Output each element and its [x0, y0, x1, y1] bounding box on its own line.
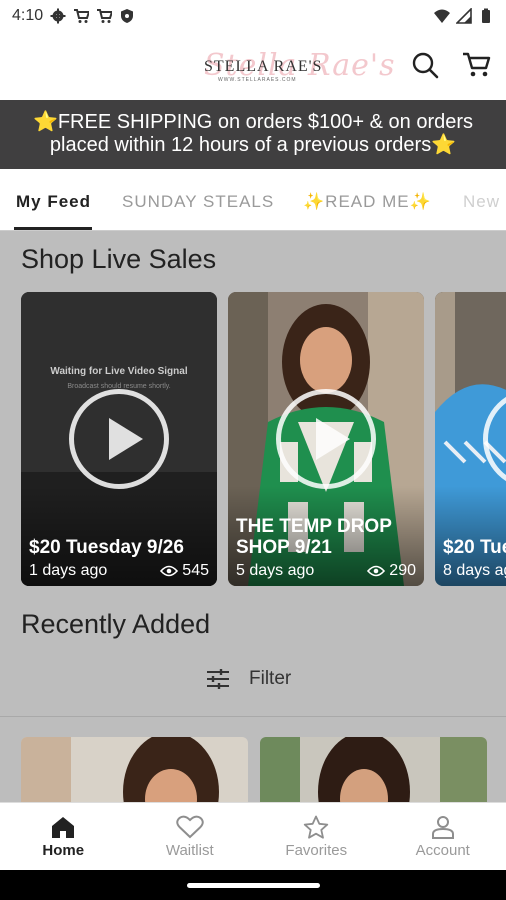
- status-time: 4:10: [12, 7, 44, 24]
- heart-icon: [176, 815, 204, 839]
- promo-banner[interactable]: ⭐FREE SHIPPING on orders $100+ & on orde…: [0, 100, 506, 169]
- search-icon: [412, 52, 439, 79]
- bottom-navigation: Home Waitlist Favorites Account: [0, 802, 506, 870]
- view-count-value: 290: [389, 562, 416, 579]
- eye-icon: [367, 565, 386, 577]
- system-gesture-bar: [0, 870, 506, 900]
- live-sale-card[interactable]: THE TEMP DROP SHOP 9/21 5 days ago 290: [228, 292, 424, 586]
- star-icon: [304, 815, 329, 839]
- active-tab-indicator: [14, 227, 92, 230]
- filter-button[interactable]: Filter: [205, 668, 291, 690]
- product-image: [260, 737, 487, 802]
- live-sale-title: $20 Tuesday 9/26: [29, 537, 184, 558]
- view-count-value: 545: [182, 562, 209, 579]
- nav-account[interactable]: Account: [380, 803, 506, 870]
- shop-live-sales-title: Shop Live Sales: [21, 244, 217, 274]
- sliders-icon: [207, 669, 229, 689]
- logo-main-text: STELLA RAE'S: [204, 58, 323, 75]
- live-sale-card[interactable]: $20 Tuesday 9/19 8 days ago: [435, 292, 506, 586]
- cart-button[interactable]: [459, 48, 493, 82]
- category-tabs: My Feed SUNDAY STEALS ✨READ ME✨ New: [0, 169, 506, 231]
- live-sale-meta: 1 days ago 545: [29, 562, 209, 580]
- live-sale-age: 8 days ago: [443, 562, 506, 579]
- home-gesture-handle[interactable]: [187, 883, 320, 888]
- promo-line-1: ⭐FREE SHIPPING on orders $100+ & on orde…: [32, 111, 474, 133]
- play-icon[interactable]: [276, 389, 376, 489]
- live-sale-age: 5 days ago: [236, 562, 315, 579]
- live-sale-title: $20 Tuesday 9/19: [443, 537, 506, 558]
- view-count: 545: [160, 562, 209, 580]
- shield-icon: [121, 9, 134, 23]
- cart-icon: [97, 9, 113, 23]
- search-button[interactable]: [408, 48, 442, 82]
- tab-read-me[interactable]: ✨READ ME✨: [303, 192, 432, 212]
- logo-sub-text: WWW.STELLARAES.COM: [218, 77, 297, 83]
- nav-account-label: Account: [415, 842, 470, 859]
- live-sale-meta: 5 days ago 290: [236, 562, 416, 580]
- status-bar: 4:10: [0, 0, 506, 32]
- product-image: [21, 737, 248, 802]
- cart-icon: [74, 9, 90, 23]
- section-divider: [0, 716, 506, 717]
- nav-favorites[interactable]: Favorites: [253, 803, 380, 870]
- signal-icon: [456, 8, 472, 24]
- cart-icon: [463, 52, 491, 77]
- person-icon: [431, 816, 454, 839]
- battery-icon: [482, 8, 490, 23]
- eye-icon: [160, 565, 179, 577]
- promo-line-2: placed within 12 hours of a previous ord…: [49, 134, 457, 156]
- home-icon: [52, 817, 75, 838]
- product-card[interactable]: [21, 737, 248, 802]
- tab-my-feed[interactable]: My Feed: [16, 192, 91, 212]
- live-sale-age: 1 days ago: [29, 562, 108, 579]
- nav-waitlist[interactable]: Waitlist: [127, 803, 254, 870]
- wifi-icon: [434, 9, 450, 23]
- recently-added-title: Recently Added: [21, 609, 211, 639]
- app-header: Stella Rae's STELLA RAE'S WWW.STELLARAES…: [0, 32, 506, 100]
- live-sale-card[interactable]: Waiting for Live Video Signal Broadcast …: [21, 292, 217, 586]
- live-sale-title: THE TEMP DROP SHOP 9/21: [236, 516, 392, 558]
- nav-home[interactable]: Home: [0, 803, 127, 870]
- feed-content[interactable]: Shop Live Sales Waiting for Live Video S…: [0, 232, 506, 802]
- nav-waitlist-label: Waitlist: [165, 842, 214, 859]
- product-card[interactable]: [260, 737, 487, 802]
- status-left: 4:10: [12, 7, 135, 25]
- status-right: [434, 8, 494, 24]
- tab-new[interactable]: New: [463, 192, 500, 212]
- nav-favorites-label: Favorites: [285, 842, 348, 859]
- filter-label: Filter: [249, 668, 292, 689]
- brand-logo[interactable]: Stella Rae's STELLA RAE'S WWW.STELLARAES…: [200, 44, 395, 88]
- live-sale-meta: 8 days ago: [443, 562, 506, 580]
- nav-home-label: Home: [42, 842, 85, 859]
- view-count: 290: [367, 562, 416, 580]
- gear-icon: [50, 8, 66, 24]
- play-icon[interactable]: [69, 389, 169, 489]
- tab-sunday-steals[interactable]: SUNDAY STEALS: [122, 192, 274, 212]
- live-status-text: Waiting for Live Video Signal: [50, 366, 188, 377]
